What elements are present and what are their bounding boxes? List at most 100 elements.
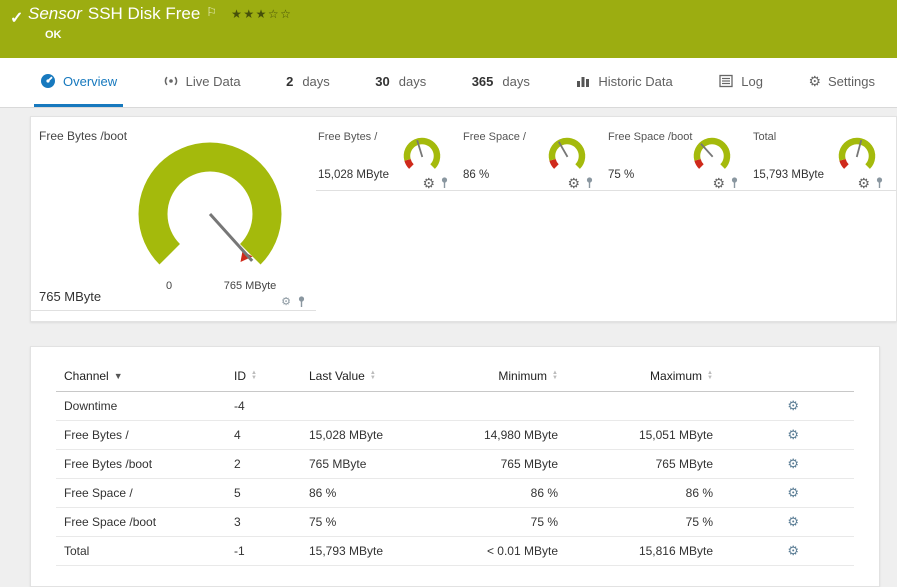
channel-last-value: 86 % xyxy=(301,478,451,508)
channel-table-body: Downtime -4 ⚙ Free Bytes / 4 15,028 MByt… xyxy=(56,391,854,566)
mini-gauge-value: 75 % xyxy=(608,169,635,181)
sort-icon: ▲ ▼ xyxy=(707,370,713,381)
gauge-settings-gear-icon[interactable]: ⚙ xyxy=(422,176,435,190)
tab-number: 365 xyxy=(471,73,494,89)
primary-gauge-cell: Free Bytes /boot 0 765 MByte 765 MByte ⚙ xyxy=(31,117,316,311)
mini-gauge-cell: Free Space /boot 75 % ⚙ xyxy=(606,117,751,191)
channel-name: Free Bytes / xyxy=(56,420,226,450)
channel-last-value: 75 % xyxy=(301,507,451,537)
channel-last-value: 15,793 MByte xyxy=(301,536,451,566)
primary-gauge-label: Free Bytes /boot xyxy=(39,129,128,143)
mini-gauge-cell: Total 15,793 MByte ⚙ xyxy=(751,117,896,191)
column-label: Channel xyxy=(64,369,109,383)
live-data-icon xyxy=(164,76,177,86)
column-label: ID xyxy=(234,369,246,383)
scale-max-label: 765 MByte xyxy=(224,280,277,292)
channel-settings-gear-icon[interactable]: ⚙ xyxy=(787,485,799,500)
tab-number: 30 xyxy=(375,73,390,89)
channel-id: -1 xyxy=(226,536,301,566)
status-badge: OK xyxy=(45,29,62,41)
channel-settings-gear-icon[interactable]: ⚙ xyxy=(787,543,799,558)
channel-name: Downtime xyxy=(56,391,226,421)
channel-minimum xyxy=(451,391,566,421)
sensor-type-label: Sensor xyxy=(28,4,82,23)
sort-icon: ▲ ▼ xyxy=(251,370,257,381)
table-row: Downtime -4 ⚙ xyxy=(56,391,854,421)
column-label: Minimum xyxy=(498,369,548,383)
channel-settings-gear-icon[interactable]: ⚙ xyxy=(787,514,799,529)
tab-30-days[interactable]: 30 days xyxy=(369,58,432,107)
tab-label: Settings xyxy=(828,73,875,89)
mini-gauge-value: 86 % xyxy=(463,169,490,181)
tab-label: Live Data xyxy=(185,73,241,89)
table-row: Free Space / 5 86 % 86 % 86 % ⚙ xyxy=(56,478,854,508)
mini-gauge-label: Total xyxy=(753,131,777,143)
pin-icon[interactable] xyxy=(730,177,739,189)
status-check-icon: ✓ xyxy=(10,10,24,27)
gauge-settings-gear-icon[interactable]: ⚙ xyxy=(857,176,870,190)
scale-min-label: 0 xyxy=(166,280,172,292)
star-rating[interactable]: ★★★☆☆ xyxy=(231,7,292,21)
mini-gauge-value: 15,028 MByte xyxy=(318,169,389,181)
column-header-id[interactable]: ID ▲ ▼ xyxy=(226,361,301,392)
channel-id: 5 xyxy=(226,478,301,508)
priority-flag-icon[interactable]: ⚐ xyxy=(206,5,217,19)
tab-label: Overview xyxy=(63,73,118,89)
channel-settings-gear-icon[interactable]: ⚙ xyxy=(787,427,799,442)
mini-gauge xyxy=(693,137,731,169)
sort-icon: ▲ ▼ xyxy=(552,370,558,381)
pin-icon[interactable] xyxy=(297,296,306,308)
mini-gauge xyxy=(548,137,586,169)
tab-365-days[interactable]: 365 days xyxy=(466,58,536,107)
tab-label: days xyxy=(502,73,530,89)
tab-settings[interactable]: ⚙ Settings xyxy=(802,58,881,107)
tab-log[interactable]: Log xyxy=(712,58,769,107)
channel-name: Free Space /boot xyxy=(56,507,226,537)
channel-maximum: 75 % xyxy=(566,507,721,537)
mini-gauge-cell: Free Bytes / 15,028 MByte ⚙ xyxy=(316,117,461,191)
gauge-settings-gear-icon[interactable]: ⚙ xyxy=(712,176,725,190)
page-title: SSH Disk Free xyxy=(87,4,201,23)
historic-data-icon xyxy=(577,77,590,87)
tab-label: days xyxy=(398,73,427,89)
column-header-last-value[interactable]: Last Value ▲ ▼ xyxy=(301,361,451,392)
tab-historic-data[interactable]: Historic Data xyxy=(569,58,678,107)
pin-icon[interactable] xyxy=(875,177,884,189)
mini-gauge xyxy=(403,137,441,169)
gauge-settings-gear-icon[interactable]: ⚙ xyxy=(567,176,580,190)
channel-last-value: 15,028 MByte xyxy=(301,420,451,450)
settings-icon: ⚙ xyxy=(808,73,821,89)
column-header-channel[interactable]: Channel ▼ xyxy=(56,361,226,392)
gauge-needle xyxy=(700,143,714,158)
tab-live-data[interactable]: Live Data xyxy=(157,58,247,107)
sensor-header: ✓ Sensor SSH Disk Free ⚐ ★★★☆☆ OK xyxy=(0,0,897,58)
table-row: Total -1 15,793 MByte < 0.01 MByte 15,81… xyxy=(56,536,854,566)
pin-icon[interactable] xyxy=(440,177,449,189)
channel-minimum: 86 % xyxy=(451,478,566,508)
column-header-minimum[interactable]: Minimum ▲ ▼ xyxy=(451,361,566,392)
channel-last-value xyxy=(301,391,451,421)
gauge-settings-gear-icon[interactable]: ⚙ xyxy=(281,296,291,308)
mini-gauge-label: Free Space /boot xyxy=(608,131,693,143)
channel-settings-gear-icon[interactable]: ⚙ xyxy=(787,398,799,413)
primary-gauge-value: 765 MByte xyxy=(39,289,102,304)
channel-minimum: 75 % xyxy=(451,507,566,537)
mini-gauge-value: 15,793 MByte xyxy=(753,169,824,181)
channel-minimum: 765 MByte xyxy=(451,449,566,479)
mini-gauge-row: Free Bytes / 15,028 MByte ⚙ Free Space /… xyxy=(316,117,896,311)
column-header-maximum[interactable]: Maximum ▲ ▼ xyxy=(566,361,721,392)
overview-icon xyxy=(41,74,55,88)
mini-gauge-label: Free Space / xyxy=(463,131,526,143)
tab-overview[interactable]: Overview xyxy=(34,58,124,107)
pin-icon[interactable] xyxy=(585,177,594,189)
channel-settings-gear-icon[interactable]: ⚙ xyxy=(787,456,799,471)
table-row: Free Bytes / 4 15,028 MByte 14,980 MByte… xyxy=(56,420,854,450)
channel-id: 4 xyxy=(226,420,301,450)
column-header-actions xyxy=(721,361,854,392)
channel-id: -4 xyxy=(226,391,301,421)
tab-2-days[interactable]: 2 days xyxy=(280,58,336,107)
channel-id: 2 xyxy=(226,449,301,479)
sort-icon: ▲ ▼ xyxy=(369,370,376,381)
tab-number: 2 xyxy=(286,73,294,89)
channel-maximum: 15,051 MByte xyxy=(566,420,721,450)
